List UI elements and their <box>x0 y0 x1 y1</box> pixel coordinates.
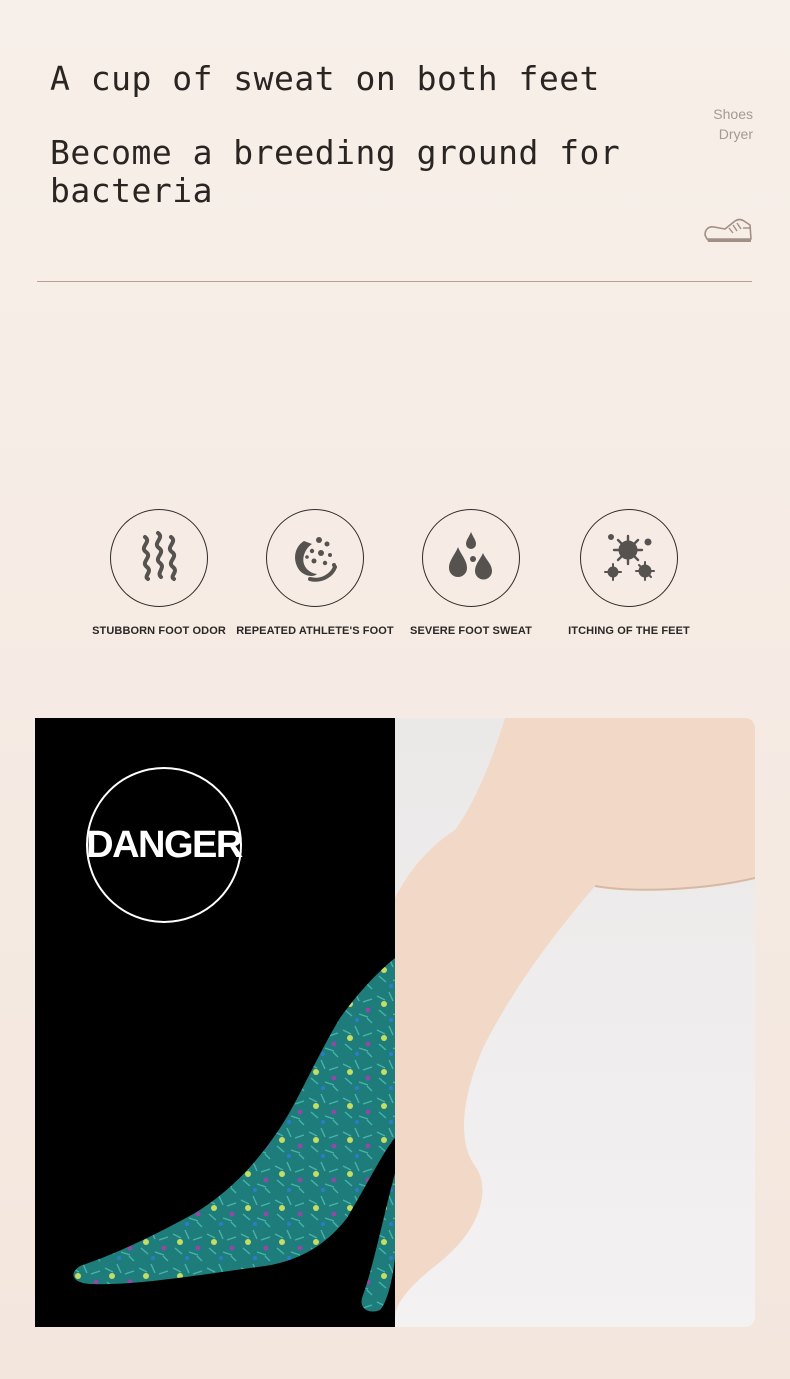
brand-label: Shoes Dryer <box>713 104 753 144</box>
brand-label-line-1: Shoes <box>713 106 753 122</box>
problem-label: STUBBORN FOOT ODOR <box>92 625 226 637</box>
clean-leg <box>395 718 755 1318</box>
problem-icon-circle <box>110 509 208 607</box>
odor-waves-icon <box>141 531 177 581</box>
problem-item-odor: STUBBORN FOOT ODOR <box>69 509 249 637</box>
sweat-drops-icon <box>449 532 492 580</box>
section-divider <box>37 281 752 282</box>
comparison-panel: DANGER <box>35 718 755 1327</box>
fungus-bacteria-icon <box>295 537 337 582</box>
problem-icon-circle <box>266 509 364 607</box>
hero-title-line-2: Become a breeding ground for <box>50 133 621 172</box>
problem-label: REPEATED ATHLETE'S FOOT <box>236 625 394 637</box>
problem-item-athletes-foot: REPEATED ATHLETE'S FOOT <box>225 509 405 637</box>
bacteria-leg <box>73 958 396 1312</box>
problem-item-foot-sweat: SEVERE FOOT SWEAT <box>381 509 561 637</box>
brand-label-line-2: Dryer <box>718 126 753 142</box>
sneaker-icon <box>704 218 752 242</box>
hero-title-line-1: A cup of sweat on both feet <box>50 59 600 98</box>
danger-badge: DANGER <box>86 767 243 923</box>
problem-label: SEVERE FOOT SWEAT <box>410 625 532 637</box>
problem-list: STUBBORN FOOT ODOR REPEATED ATHLETE'S FO… <box>0 509 790 649</box>
hero-title-line-3: bacteria <box>50 171 213 210</box>
problem-item-itching: ITCHING OF THE FEET <box>539 509 719 637</box>
germs-icon <box>604 534 655 581</box>
danger-badge-text: DANGER <box>86 823 243 866</box>
hero-title: A cup of sweat on both feet Become a bre… <box>50 60 620 210</box>
problem-label: ITCHING OF THE FEET <box>568 625 690 637</box>
problem-icon-circle <box>580 509 678 607</box>
problem-icon-circle <box>422 509 520 607</box>
